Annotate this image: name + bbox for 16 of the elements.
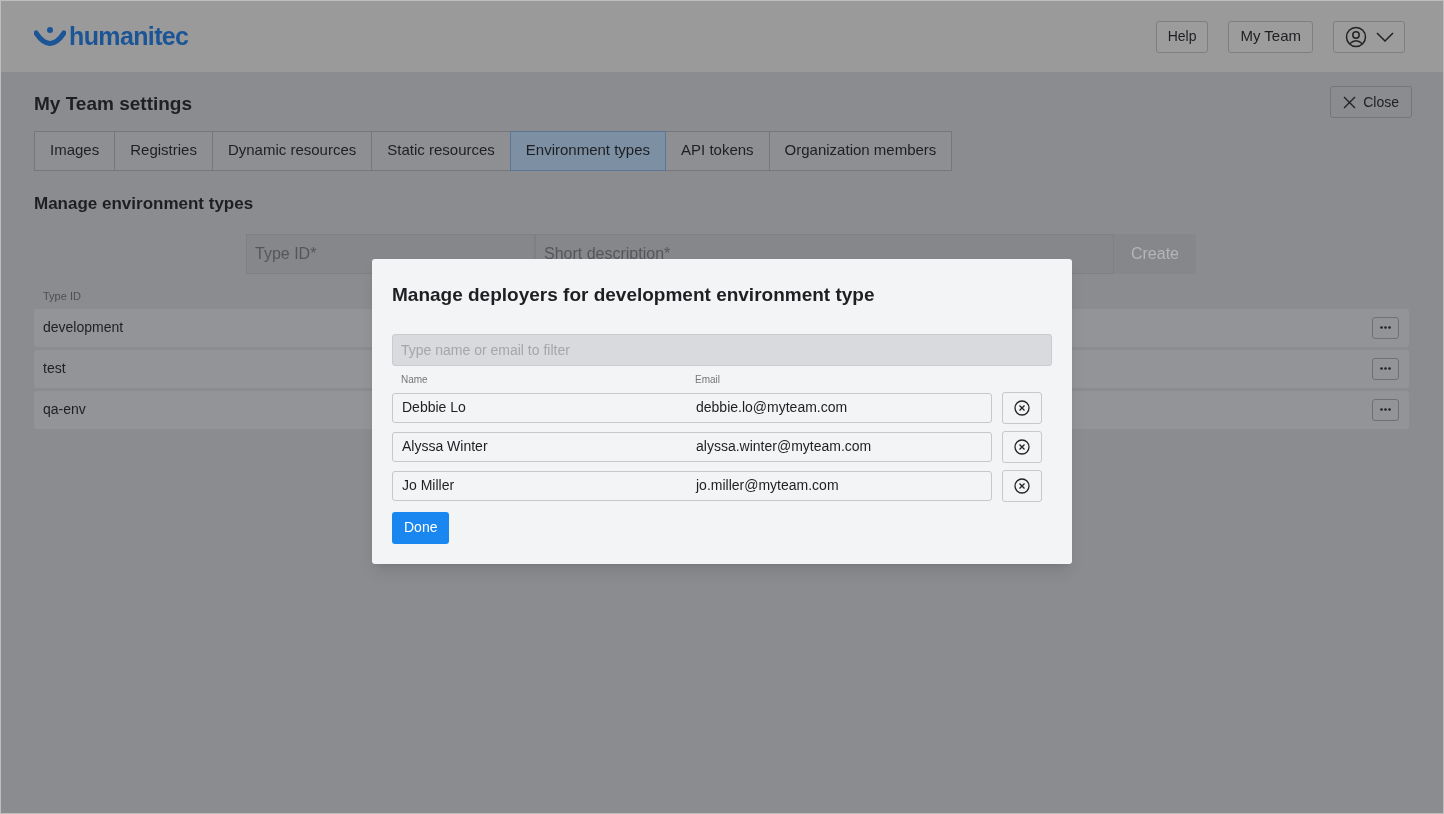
email-cell-text: debbie.lo@myteam.com <box>696 398 848 417</box>
type-id-cell-text: qa-env <box>43 400 86 419</box>
type-id-cell-text: development <box>43 318 124 337</box>
page-title: My Team settings <box>34 92 193 116</box>
section-title: Manage environment types <box>34 192 255 215</box>
type-id-cell-text: test <box>43 359 66 378</box>
column-header: Type ID <box>43 289 81 304</box>
column-header: Email <box>695 372 720 387</box>
column-header: Name <box>401 372 429 387</box>
logo-wordmark: humanitec <box>69 24 189 49</box>
name-cell-text: Alyssa Winter <box>402 437 489 456</box>
email-cell-text: jo.miller@myteam.com <box>696 476 839 495</box>
name-cell-text: Debbie Lo <box>402 398 467 417</box>
dialog-title: Manage deployers for development environment type <box>392 283 876 307</box>
name-cell-text: Jo Miller <box>402 476 456 495</box>
email-cell-text: alyssa.winter@myteam.com <box>696 437 872 456</box>
